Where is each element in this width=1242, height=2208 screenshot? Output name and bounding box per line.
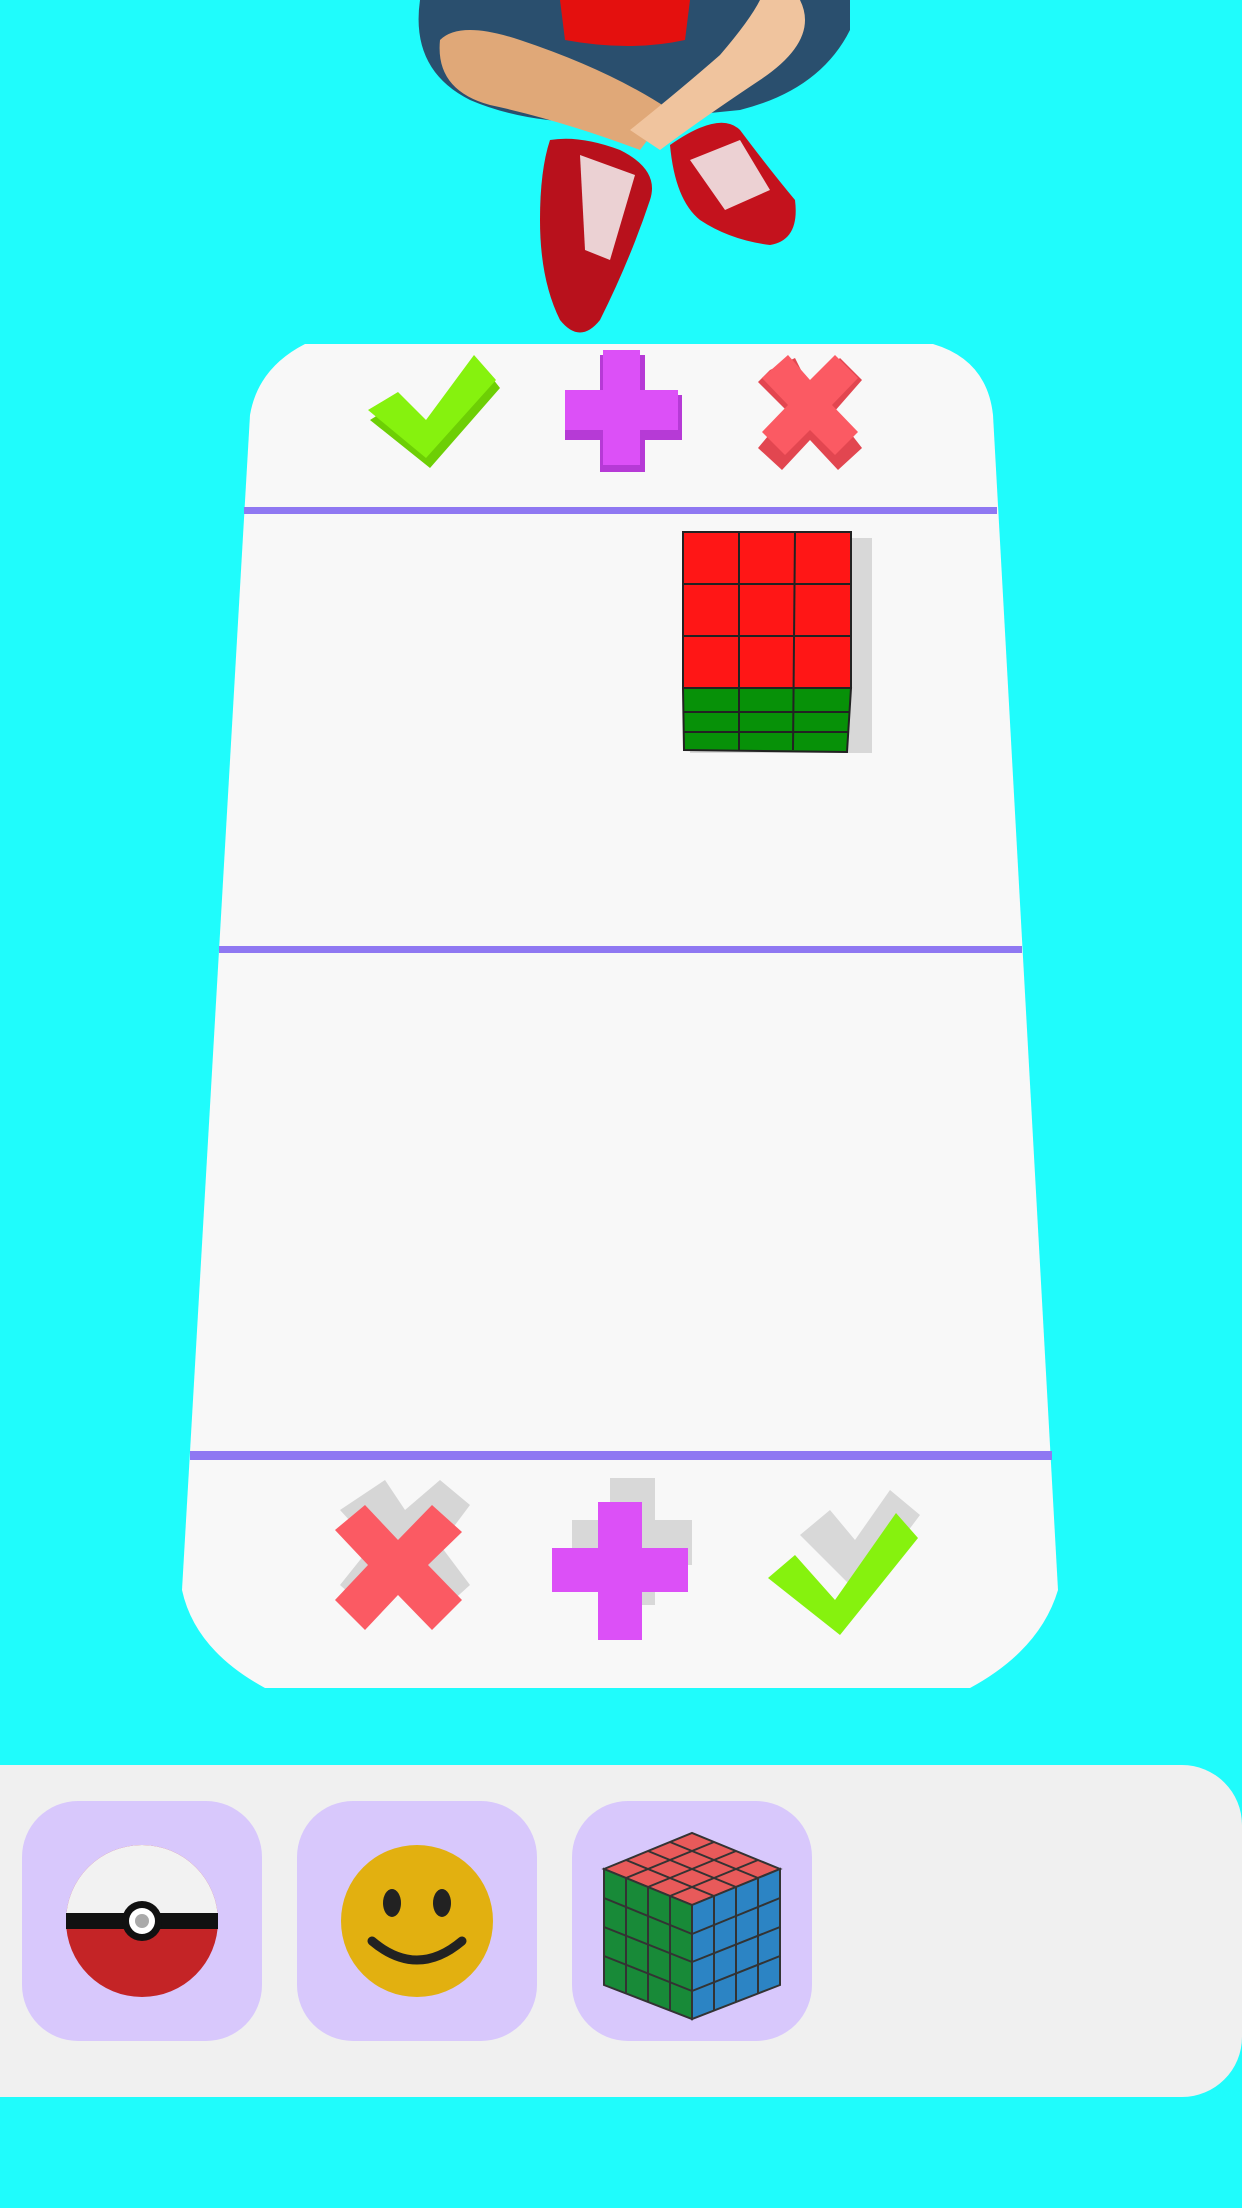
game-board bbox=[182, 344, 1058, 1688]
pokeball-icon bbox=[66, 1845, 218, 1997]
rubiks-cube-icon bbox=[601, 1831, 783, 2021]
smiley-icon bbox=[341, 1845, 493, 1997]
lane-divider-bottom bbox=[190, 1451, 1052, 1460]
tray-slot-pokeball[interactable] bbox=[22, 1801, 262, 2041]
falling-cube-piece bbox=[681, 531, 872, 754]
item-tray bbox=[0, 1765, 1242, 2097]
tray-slot-smiley[interactable] bbox=[297, 1801, 537, 2041]
tray-slot-rubiks-cube[interactable] bbox=[572, 1801, 812, 2041]
lane-divider-middle bbox=[219, 946, 1022, 953]
lane-divider-top bbox=[244, 507, 997, 514]
